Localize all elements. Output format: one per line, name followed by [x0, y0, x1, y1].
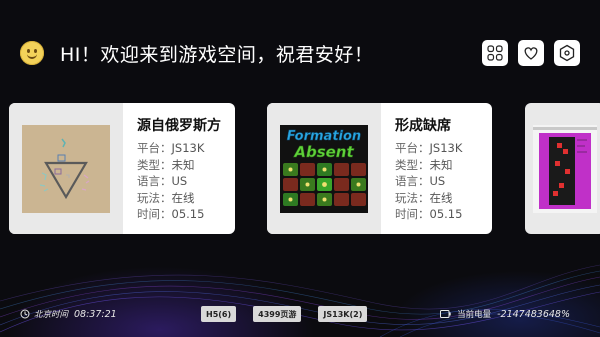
smiley-avatar-icon[interactable] — [20, 41, 44, 65]
platform-row: 平台：JS13K — [395, 141, 463, 155]
category-chips: H5(6) 4399页游 JS13K(2) — [201, 306, 368, 322]
game-card-2[interactable]: Formation Absent 形成缺席 平台：JS13K 类型：未知 语言：… — [267, 103, 492, 234]
greeting-text: HI！欢迎来到游戏空间，祝君安好！ — [60, 43, 374, 66]
top-actions — [482, 40, 580, 66]
header: HI！欢迎来到游戏空间，祝君安好！ — [20, 38, 373, 68]
battery-icon — [440, 310, 451, 318]
date-row: 时间：05.15 — [395, 207, 463, 221]
settings-hexagon-icon — [559, 44, 575, 62]
chip-4399[interactable]: 4399页游 — [253, 306, 302, 322]
platform-row: 平台：JS13K — [137, 141, 205, 155]
game-title: 形成缺席 — [395, 118, 451, 134]
clock: 北京时间 08:37:21 — [20, 308, 117, 320]
game-card-1[interactable]: 源自俄罗斯方 平台：JS13K 类型：未知 语言：US 玩法：在线 时间：05.… — [9, 103, 235, 234]
game-info-1: 源自俄罗斯方 平台：JS13K 类型：未知 语言：US 玩法：在线 时间：05.… — [123, 103, 221, 234]
game-thumbnail-3 — [525, 103, 600, 234]
battery-value: -2147483648% — [497, 308, 570, 320]
game-info-2: 形成缺席 平台：JS13K 类型：未知 语言：US 玩法：在线 时间：05.15 — [381, 103, 462, 234]
clock-time: 08:37:21 — [74, 308, 117, 320]
triangle-game-art — [22, 124, 110, 213]
apps-grid-button[interactable] — [482, 40, 508, 66]
clock-icon — [20, 309, 30, 319]
game-thumbnail-2: Formation Absent — [267, 103, 381, 234]
footer: 北京时间 08:37:21 H5(6) 4399页游 JS13K(2) 当前电量… — [0, 305, 600, 327]
gameplay-row: 玩法：在线 — [395, 190, 453, 205]
battery-label: 当前电量 — [457, 310, 492, 320]
game-thumbnail-1 — [9, 103, 123, 234]
purple-game-art — [533, 124, 597, 213]
heart-icon — [524, 47, 538, 60]
chip-js13k[interactable]: JS13K(2) — [318, 306, 368, 322]
battery-status: 当前电量 -2147483648% — [440, 308, 570, 320]
apps-grid-icon — [487, 45, 503, 61]
svg-text:Formation: Formation — [287, 129, 361, 144]
favorites-button[interactable] — [518, 40, 544, 66]
formation-absent-game-art: Formation Absent — [280, 124, 368, 213]
type-row: 类型：未知 — [395, 157, 453, 172]
clock-label: 北京时间 — [34, 310, 69, 320]
settings-button[interactable] — [554, 40, 580, 66]
game-title: 源自俄罗斯方 — [137, 118, 221, 134]
chip-h5[interactable]: H5(6) — [201, 306, 237, 322]
language-row: 语言：US — [395, 174, 446, 188]
type-row: 类型：未知 — [137, 157, 195, 172]
language-row: 语言：US — [137, 174, 188, 188]
gameplay-row: 玩法：在线 — [137, 190, 195, 205]
game-card-3[interactable] — [525, 103, 600, 234]
date-row: 时间：05.15 — [137, 207, 205, 221]
svg-text:Absent: Absent — [293, 143, 354, 161]
